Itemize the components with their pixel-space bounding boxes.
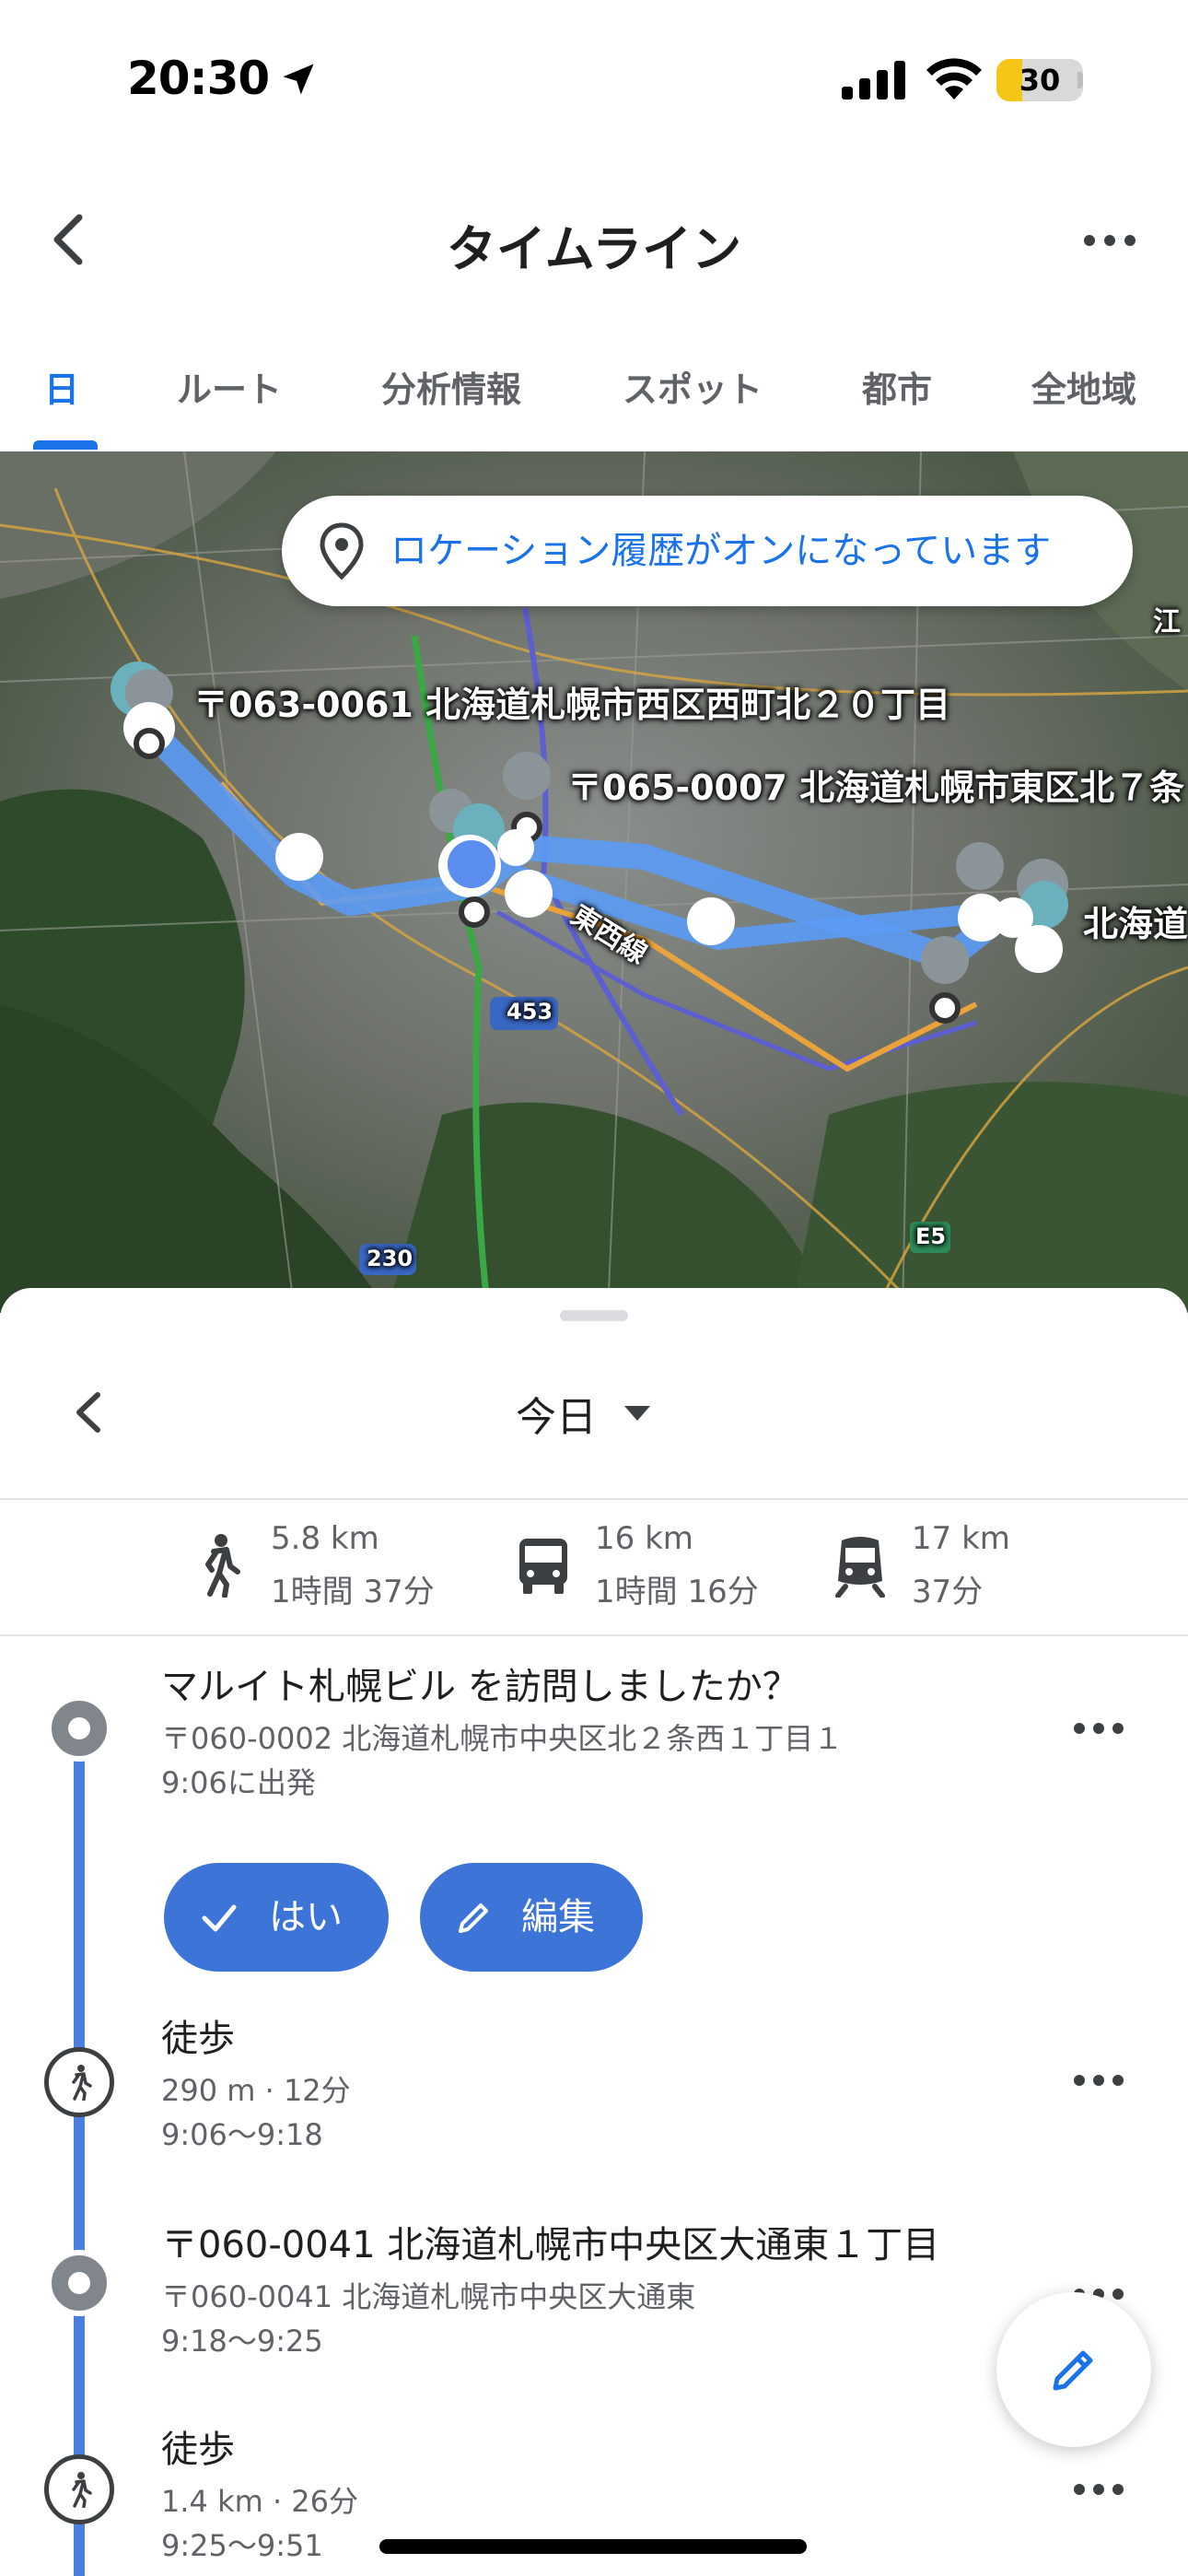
check-icon	[202, 1904, 237, 1932]
road-label-453: 453	[507, 999, 553, 1025]
map-pin-icon	[320, 522, 364, 580]
stat-train-distance: 17 km	[912, 1520, 1010, 1557]
caret-down-icon[interactable]	[621, 1402, 654, 1424]
walk-title: 徒歩	[161, 2018, 235, 2060]
visit-address: 〒060-0041 北海道札幌市中央区大通東	[161, 2279, 696, 2314]
road-label-e5: E5	[915, 1224, 947, 1249]
walk-time: 9:25〜9:51	[161, 2528, 323, 2563]
wifi-icon	[926, 58, 982, 100]
map-label-place3[interactable]: 北海道	[1083, 896, 1188, 946]
stat-bus-distance: 16 km	[595, 1520, 693, 1557]
walk-time: 9:06〜9:18	[161, 2117, 323, 2152]
walk-detail: 290 m · 12分	[161, 2073, 351, 2108]
tab-indicator	[33, 440, 98, 450]
timeline-track	[74, 1728, 85, 2576]
edit-fab-button[interactable]	[996, 2292, 1151, 2447]
edit-button[interactable]: 編集	[420, 1863, 643, 1972]
status-time: 20:30	[127, 52, 270, 105]
map-label-corner: 江	[1153, 606, 1181, 638]
walking-icon	[44, 2454, 114, 2524]
map-label-place2[interactable]: 〒065-0007 北海道札幌市東区北７条	[567, 759, 1184, 810]
map-label-place1[interactable]: 〒063-0061 北海道札幌市西区西町北２０丁目	[193, 676, 950, 727]
tab-bar: 日 ルート 分析情報 スポット 都市 全地域	[0, 332, 1188, 451]
status-bar: 20:30 30	[0, 0, 1188, 157]
item-more-button[interactable]	[1070, 1717, 1127, 1739]
tab-world[interactable]: 全地域	[1031, 361, 1136, 412]
tab-cities[interactable]: 都市	[862, 361, 932, 412]
train-icon	[835, 1537, 885, 1598]
divider	[0, 1634, 1188, 1636]
sheet-drag-handle[interactable]	[560, 1310, 628, 1321]
walk-detail: 1.4 km · 26分	[161, 2484, 359, 2519]
tab-route[interactable]: ルート	[177, 361, 282, 412]
home-indicator[interactable]	[379, 2539, 807, 2554]
visit-address: 〒060-0002 北海道札幌市中央区北２条西１丁目１	[161, 1721, 844, 1756]
location-history-banner-text: ロケーション履歴がオンになっています	[390, 530, 1052, 572]
stat-walking-distance: 5.8 km	[271, 1520, 379, 1557]
visit-dot-icon	[46, 2250, 112, 2316]
divider	[0, 1498, 1188, 1500]
confirm-yes-label: はい	[269, 1896, 343, 1938]
walking-icon	[205, 1534, 240, 1598]
tab-insights[interactable]: 分析情報	[381, 361, 521, 412]
previous-day-button[interactable]	[57, 1380, 122, 1445]
location-history-banner[interactable]: ロケーション履歴がオンになっています	[282, 496, 1133, 606]
visit-dot-icon	[46, 1695, 112, 1762]
walking-icon	[44, 2047, 114, 2117]
signal-icon	[842, 61, 905, 100]
visit-time: 9:18〜9:25	[161, 2324, 323, 2359]
battery-level: 30	[1019, 63, 1061, 98]
tab-day[interactable]: 日	[44, 361, 79, 412]
more-options-button[interactable]	[1077, 217, 1142, 263]
stat-walking-duration: 1時間 37分	[271, 1574, 435, 1610]
item-more-button[interactable]	[1070, 2478, 1127, 2500]
page-title: タイムライン	[446, 220, 742, 278]
battery-tip	[1077, 72, 1083, 88]
bus-icon	[519, 1539, 567, 1594]
daily-stats: 5.8 km 1時間 37分 16 km 1時間 16分 17 km 37分	[0, 1502, 1188, 1633]
road-label-230: 230	[367, 1246, 413, 1271]
pencil-icon	[1053, 2350, 1093, 2391]
tab-places[interactable]: スポット	[623, 361, 763, 412]
edit-label: 編集	[521, 1896, 595, 1938]
timeline-map[interactable]: ロケーション履歴がオンになっています 〒063-0061 北海道札幌市西区西町北…	[0, 451, 1188, 1313]
confirm-yes-button[interactable]: はい	[164, 1863, 389, 1972]
walk-title: 徒歩	[161, 2429, 235, 2471]
pencil-icon	[459, 1903, 488, 1933]
app-header: タイムライン	[0, 184, 1188, 295]
date-selector[interactable]: 今日	[516, 1384, 597, 1443]
visit-title: 〒060-0041 北海道札幌市中央区大通東１丁目	[161, 2224, 940, 2266]
battery-icon: 30	[996, 59, 1083, 101]
location-arrow-icon	[283, 64, 314, 95]
visit-time: 9:06に出発	[161, 1765, 316, 1800]
stat-train-duration: 37分	[912, 1574, 984, 1610]
item-more-button[interactable]	[1070, 2069, 1127, 2091]
visit-title: マルイト札幌ビル を訪問しましたか？	[161, 1666, 799, 1708]
stat-bus-duration: 1時間 16分	[595, 1574, 759, 1610]
